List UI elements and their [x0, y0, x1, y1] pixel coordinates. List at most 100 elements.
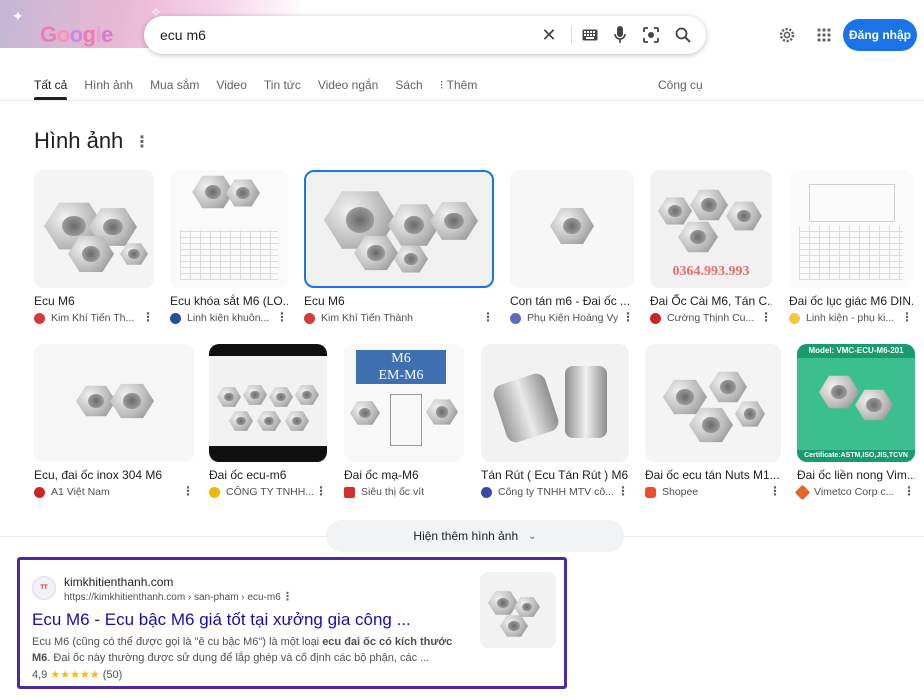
more-vert-icon[interactable]: ⋮: [482, 310, 494, 324]
image-result[interactable]: Ecu M6 Kim Khí Tiến Thành ⋮: [304, 170, 494, 324]
image-thumbnail[interactable]: 0364.993.993: [650, 170, 772, 288]
tab-shopping[interactable]: Mua sắm: [150, 78, 199, 102]
apps-icon[interactable]: [813, 24, 835, 46]
image-thumbnail[interactable]: [510, 170, 634, 288]
site-favicon-icon: [789, 312, 800, 324]
image-thumbnail[interactable]: [789, 170, 913, 288]
tools-button[interactable]: Công cụ: [658, 78, 703, 92]
sparkle-icon: ✦: [12, 8, 24, 24]
tab-news[interactable]: Tin tức: [264, 78, 301, 102]
more-vert-icon[interactable]: ⋮: [622, 310, 634, 324]
more-vert-icon[interactable]: ⋮: [315, 484, 327, 498]
image-title[interactable]: Đai ốc lục giác M6 DIN...: [789, 294, 913, 308]
keyboard-icon[interactable]: [579, 24, 601, 46]
site-favicon-icon: [209, 486, 220, 498]
divider: [0, 536, 326, 537]
image-result[interactable]: Đai ốc ecu tán Nuts M1.... Shopee ⋮: [645, 344, 781, 498]
google-doodle-logo[interactable]: Google: [40, 22, 113, 48]
tab-more[interactable]: ⁝ Thêm: [440, 78, 478, 102]
result-rating: 4,9 ★★★★★ (50): [32, 669, 123, 681]
image-thumbnail[interactable]: [34, 344, 194, 462]
site-favicon-icon: [34, 312, 45, 324]
site-favicon-icon: [170, 312, 181, 324]
image-title[interactable]: Đai ốc ecu tán Nuts M1....: [645, 468, 781, 482]
image-source[interactable]: Shopee: [645, 486, 781, 498]
image-source[interactable]: Kim Khí Tiến Thành: [304, 312, 494, 324]
more-vert-icon[interactable]: ⋮: [617, 484, 629, 498]
site-favicon-icon: [645, 486, 656, 498]
search-box[interactable]: ecu m6 ✕: [144, 16, 706, 54]
result-thumbnail[interactable]: [480, 572, 556, 648]
image-thumbnail[interactable]: Model: VMC-ECU-M6-201 Certificate:ASTM,I…: [797, 344, 915, 462]
settings-icon[interactable]: [776, 24, 798, 46]
mic-icon[interactable]: [609, 24, 631, 46]
image-thumbnail[interactable]: M6 EM-M6: [344, 344, 464, 462]
image-title[interactable]: Tán Rút ( Ecu Tán Rút ) M6 ...: [481, 468, 629, 482]
image-thumbnail[interactable]: [304, 170, 494, 288]
divider: [624, 536, 924, 537]
more-vert-icon[interactable]: ⋮: [769, 484, 781, 498]
image-title[interactable]: Đai ốc ecu-m6: [209, 468, 327, 482]
result-title-link[interactable]: Ecu M6 - Ecu bậc M6 giá tốt tại xưởng gi…: [32, 610, 411, 630]
more-vert-icon[interactable]: ⋮: [903, 484, 915, 498]
sign-in-button[interactable]: Đăng nhập: [843, 19, 917, 51]
image-result[interactable]: M6 EM-M6 Đai ốc mạ-M6 Siêu thị ốc vít: [344, 344, 464, 498]
image-source[interactable]: Công ty TNHH MTV cô...: [481, 486, 629, 498]
image-result[interactable]: Ecu M6 Kim Khí Tiến Th... ⋮: [34, 170, 154, 324]
image-title[interactable]: Con tán m6 - Đai ốc ...: [510, 294, 634, 308]
rating-stars-icon: ★★★★★: [50, 669, 100, 681]
search-result[interactable]: TT kimkhitienthanh.com https://kimkhitie…: [17, 557, 567, 689]
image-title[interactable]: Ecu, đai ốc inox 304 M6: [34, 468, 194, 482]
result-url[interactable]: https://kimkhitienthanh.com › san-pham ›…: [64, 592, 281, 603]
image-result[interactable]: Model: VMC-ECU-M6-201 Certificate:ASTM,I…: [794, 344, 915, 500]
lens-icon[interactable]: [640, 24, 662, 46]
tab-all[interactable]: Tất cả: [34, 78, 68, 102]
tab-videos[interactable]: Video: [216, 78, 246, 102]
clear-icon[interactable]: ✕: [538, 24, 560, 46]
search-tabs: Tất cả Hình ảnh Mua sắm Video Tin tức Vi…: [34, 78, 494, 102]
tab-short-videos[interactable]: Video ngắn: [318, 78, 379, 102]
image-result[interactable]: Con tán m6 - Đai ốc ... Phụ Kiện Hoàng V…: [510, 170, 634, 324]
image-source[interactable]: Linh kiện khuôn...: [170, 312, 288, 324]
image-title[interactable]: Đai ốc liền nong Vim...: [797, 468, 915, 482]
more-vert-icon[interactable]: ⋮: [134, 132, 150, 152]
image-thumbnail[interactable]: [645, 344, 781, 462]
result-site-name[interactable]: kimkhitienthanh.com: [64, 575, 173, 589]
image-source[interactable]: Phụ Kiện Hoàng Vy: [510, 312, 634, 324]
image-source[interactable]: A1 Việt Nam: [34, 486, 194, 498]
more-vert-icon[interactable]: ⋮: [760, 310, 772, 324]
image-result[interactable]: Đai ốc ecu-m6 CÔNG TY TNHH... ⋮: [209, 344, 327, 498]
image-source[interactable]: Linh kiện - phụ ki...: [789, 312, 913, 324]
image-source[interactable]: Kim Khí Tiến Th...: [34, 312, 154, 324]
image-result[interactable]: Ecu, đai ốc inox 304 M6 A1 Việt Nam ⋮: [34, 344, 194, 498]
more-vert-icon[interactable]: ⋮: [901, 310, 913, 324]
image-title[interactable]: Ecu M6: [34, 294, 154, 308]
search-input[interactable]: ecu m6: [160, 27, 206, 43]
image-thumbnail[interactable]: [34, 170, 154, 288]
image-title[interactable]: Ecu khóa sắt M6 (LO...: [170, 294, 288, 308]
search-icon[interactable]: [672, 24, 694, 46]
image-source[interactable]: CÔNG TY TNHH...: [209, 486, 327, 498]
image-result[interactable]: Tán Rút ( Ecu Tán Rút ) M6 ... Công ty T…: [481, 344, 629, 498]
image-result[interactable]: Ecu khóa sắt M6 (LO... Linh kiện khuôn..…: [170, 170, 288, 324]
image-source[interactable]: Vimetco Corp c...: [794, 484, 915, 500]
more-vert-icon[interactable]: ⋮: [276, 310, 288, 324]
image-thumbnail[interactable]: [481, 344, 629, 462]
tab-books[interactable]: Sách: [395, 78, 422, 102]
image-title[interactable]: Đai ốc mạ-M6: [344, 468, 464, 482]
show-more-images-button[interactable]: Hiện thêm hình ảnh ⌄: [326, 520, 624, 552]
image-thumbnail[interactable]: [170, 170, 288, 288]
phone-watermark: 0364.993.993: [672, 264, 750, 279]
image-result[interactable]: Đai ốc lục giác M6 DIN... Linh kiện - ph…: [789, 170, 913, 324]
more-vert-icon[interactable]: ⋮: [182, 484, 194, 498]
image-source[interactable]: Siêu thị ốc vít: [344, 486, 464, 498]
more-vert-icon[interactable]: ⋮: [282, 590, 293, 603]
image-title[interactable]: Đai Ốc Cài M6, Tán C...: [650, 294, 772, 308]
image-title[interactable]: Ecu M6: [304, 294, 494, 308]
image-source[interactable]: Cường Thịnh Cu...: [650, 312, 772, 324]
more-vert-icon[interactable]: ⋮: [142, 310, 154, 324]
image-result[interactable]: 0364.993.993 Đai Ốc Cài M6, Tán C... Cườ…: [650, 170, 772, 324]
image-thumbnail[interactable]: [209, 344, 327, 462]
tab-images[interactable]: Hình ảnh: [84, 78, 133, 102]
site-favicon-icon: [481, 486, 492, 498]
